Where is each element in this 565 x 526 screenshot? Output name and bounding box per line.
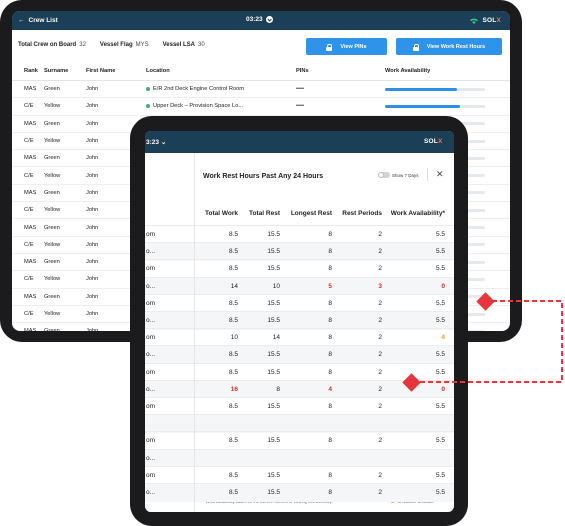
dashed-connector-line: [418, 300, 563, 383]
callout-connector: [418, 300, 563, 383]
